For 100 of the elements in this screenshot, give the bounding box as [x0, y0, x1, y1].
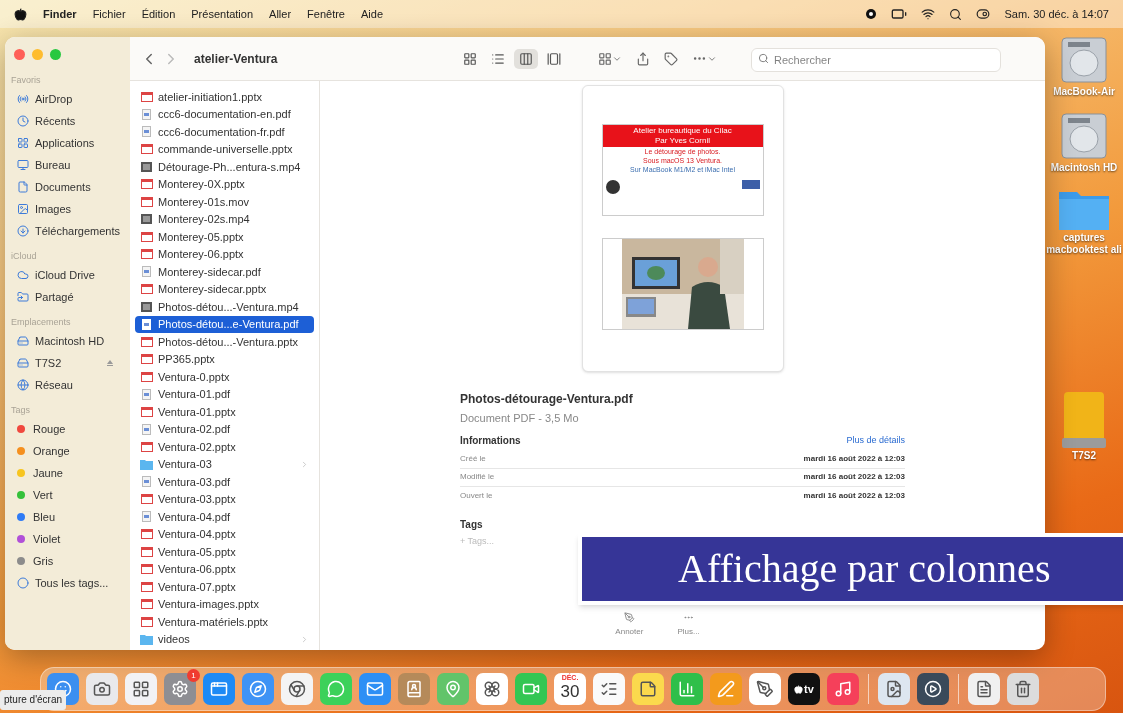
file-name: videos: [158, 632, 190, 647]
menu-item[interactable]: Présentation: [191, 5, 254, 23]
slides-file-icon: [140, 371, 153, 382]
wifi-icon[interactable]: [921, 7, 936, 21]
file-row[interactable]: Ventura-images.pptx: [135, 595, 314, 613]
sidebar-item[interactable]: T7S2: [35, 354, 62, 372]
sidebar-item[interactable]: Rouge: [33, 420, 66, 438]
action-button[interactable]: Annoter: [615, 612, 644, 638]
dock-app-icon[interactable]: [86, 673, 118, 705]
file-row[interactable]: Monterey-sidecar.pdf: [135, 263, 314, 281]
file-row[interactable]: Monterey-01s.mov: [135, 193, 314, 211]
sidebar-item[interactable]: Jaune: [33, 464, 63, 482]
menu-item[interactable]: Aide: [361, 5, 383, 23]
file-row[interactable]: Ventura-02.pptx: [135, 438, 314, 456]
sidebar-item[interactable]: Applications: [35, 134, 95, 152]
search-icon[interactable]: [949, 7, 963, 21]
file-row[interactable]: Ventura-04.pptx: [135, 525, 314, 543]
view-mode-button[interactable]: [514, 48, 538, 69]
file-name: Ventura-03: [158, 457, 212, 472]
mail-icon: [366, 680, 384, 698]
sidebar-item[interactable]: AirDrop: [35, 90, 73, 108]
control-center-icon[interactable]: [976, 7, 991, 21]
file-row[interactable]: Ventura-03.pptx: [135, 490, 314, 508]
file-row[interactable]: Ventura-06.pptx: [135, 560, 314, 578]
record-icon[interactable]: [865, 8, 878, 20]
file-name: Monterey-0X.pptx: [158, 177, 245, 192]
file-row[interactable]: Ventura-matériels.pptx: [135, 613, 314, 631]
sidebar-item[interactable]: Gris: [33, 552, 54, 570]
tag-icon[interactable]: [664, 51, 678, 66]
dock-app-icon[interactable]: [749, 673, 781, 705]
maps-icon: [444, 680, 462, 698]
file-row[interactable]: ccc6-documentation-fr.pdf: [135, 123, 314, 141]
sidebar-item[interactable]: Macintosh HD: [35, 332, 105, 350]
cloud-icon: [17, 269, 29, 281]
file-row[interactable]: commande-universelle.pptx: [135, 140, 314, 158]
file-row[interactable]: Détourage-Ph...entura-s.mp4: [135, 158, 314, 176]
file-row[interactable]: Ventura-0.pptx: [135, 368, 314, 386]
sidebar-item[interactable]: Téléchargements: [35, 222, 120, 240]
sidebar-item[interactable]: Bureau: [35, 156, 71, 174]
dock-app-icon[interactable]: [476, 673, 508, 705]
dock-app-icon[interactable]: [1007, 673, 1039, 705]
sidebar-item[interactable]: Récents: [35, 112, 76, 130]
more-details-link[interactable]: Plus de détails: [846, 434, 905, 448]
file-row[interactable]: Photos-détou...-Ventura.pptx: [135, 333, 314, 351]
action-button[interactable]: Plus...: [677, 612, 700, 638]
sidebar-item[interactable]: Réseau: [35, 376, 73, 394]
dock-app-icon[interactable]: [281, 673, 313, 705]
dock-app-icon[interactable]: [968, 673, 1000, 705]
folder-icon: [140, 458, 153, 470]
group-icon[interactable]: [598, 51, 612, 66]
file-row[interactable]: Ventura-01.pptx: [135, 403, 314, 421]
dock-app-icon[interactable]: [632, 673, 664, 705]
document-icon: [142, 511, 151, 523]
file-row[interactable]: Monterey-0X.pptx: [135, 175, 314, 193]
calendar-day: 30: [560, 682, 580, 702]
file-row[interactable]: Ventura-01.pdf: [135, 385, 314, 403]
file-row[interactable]: Photos-détou...e-Ventura.pdf: [135, 315, 314, 333]
sidebar-item[interactable]: Tous les tags...: [35, 574, 109, 592]
menu-item[interactable]: Fichier: [92, 5, 126, 23]
share-icon[interactable]: [636, 51, 650, 66]
sidebar-item[interactable]: Partagé: [35, 288, 74, 306]
file-row[interactable]: Monterey-06.pptx: [135, 245, 314, 263]
file-row[interactable]: videos: [135, 630, 314, 648]
file-row[interactable]: PP365.pptx: [135, 350, 314, 368]
dock-app-icon[interactable]: [593, 673, 625, 705]
file-row[interactable]: Ventura-03.pdf: [135, 473, 314, 491]
battery-icon[interactable]: [891, 6, 908, 22]
file-row[interactable]: Ventura-03: [135, 455, 314, 473]
file-row[interactable]: Ventura-05.pptx: [135, 543, 314, 561]
sidebar-item[interactable]: iCloud Drive: [35, 266, 95, 284]
tv-app[interactable]: tv: [788, 673, 820, 705]
menu-item[interactable]: Fenêtre: [307, 5, 345, 23]
close-button[interactable]: [14, 49, 25, 60]
reminders-icon: [600, 680, 618, 698]
file-row[interactable]: Monterey-05.pptx: [135, 228, 314, 246]
file-row[interactable]: Ventura-07.pptx: [135, 578, 314, 596]
search-field[interactable]: Rechercher: [751, 47, 1001, 72]
file-row[interactable]: atelier-initiation1.pptx: [135, 88, 314, 106]
sidebar-item[interactable]: Violet: [33, 530, 61, 548]
dock-app-icon[interactable]: [917, 673, 949, 705]
file-row[interactable]: Monterey-sidecar.pptx: [135, 280, 314, 298]
file-row[interactable]: Photos-détou...-Ventura.mp4: [135, 298, 314, 316]
sidebar-item[interactable]: Documents: [35, 178, 91, 196]
sidebar-item[interactable]: Images: [35, 200, 72, 218]
menu-item[interactable]: Édition: [141, 5, 176, 23]
file-row[interactable]: Ventura-04.pdf: [135, 508, 314, 526]
dock-app-icon[interactable]: [125, 673, 157, 705]
apple-icon[interactable]: [14, 7, 27, 21]
dock-app-icon[interactable]: [878, 673, 910, 705]
sidebar-item[interactable]: Vert: [33, 486, 53, 504]
file-name: Monterey-sidecar.pdf: [158, 264, 261, 280]
menu-item[interactable]: Finder: [43, 5, 77, 23]
file-row[interactable]: Ventura-02.pdf: [135, 420, 314, 438]
file-row[interactable]: ccc6-documentation-en.pdf: [135, 105, 314, 123]
menu-bar-clock[interactable]: Sam. 30 déc. à 14:07: [1004, 5, 1109, 23]
file-row[interactable]: Monterey-02s.mp4: [135, 210, 314, 228]
file-name: Ventura-03.pdf: [158, 474, 231, 490]
menu-item[interactable]: Aller: [269, 5, 292, 23]
sidebar-item[interactable]: Orange: [33, 442, 70, 460]
sidebar-item[interactable]: Bleu: [33, 508, 56, 526]
